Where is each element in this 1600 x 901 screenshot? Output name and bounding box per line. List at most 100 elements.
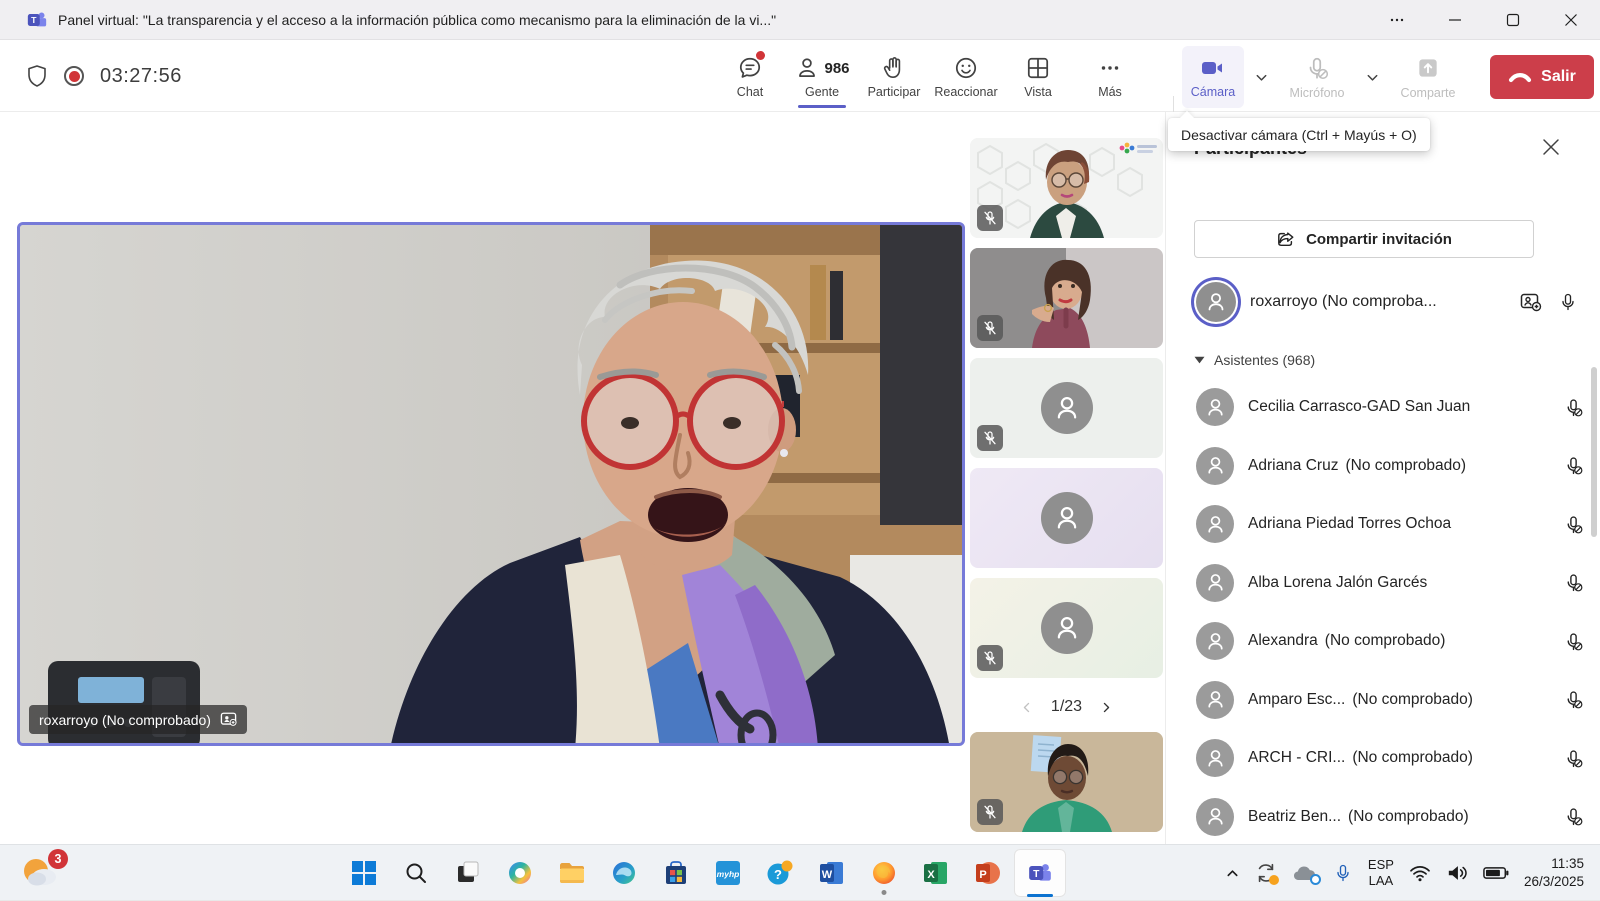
attendees-list: Cecilia Carrasco-GAD San Juan Adriana Cr…: [1188, 378, 1588, 844]
meeting-timer: 03:27:56: [100, 65, 182, 88]
more-button[interactable]: Más: [1074, 46, 1146, 108]
myhp-button[interactable]: myhp: [702, 849, 754, 897]
onedrive-icon[interactable]: [1292, 864, 1318, 882]
recording-indicator-icon: [64, 66, 84, 86]
attendees-section-header[interactable]: Asistentes (968): [1194, 352, 1315, 368]
chat-notification-dot: [756, 51, 765, 60]
attendee-row[interactable]: Adriana Piedad Torres Ochoa: [1188, 495, 1588, 554]
microsoft-store-button[interactable]: [650, 849, 702, 897]
share-invitation-button[interactable]: Compartir invitación: [1194, 220, 1534, 258]
sync-update-icon[interactable]: [1255, 862, 1277, 884]
attendee-row[interactable]: Amparo Esc... (No comprobado): [1188, 671, 1588, 730]
filmstrip-pagination: 1/23: [970, 690, 1163, 724]
mic-muted-icon: [1304, 55, 1330, 81]
attendee-mic-muted-icon: [1563, 572, 1584, 593]
search-button[interactable]: [390, 849, 442, 897]
window-title: Panel virtual: "La transparencia y el ac…: [58, 12, 776, 28]
attendee-avatar: [1196, 564, 1234, 602]
participant-video-1[interactable]: [970, 138, 1163, 238]
participants-close-icon[interactable]: [1542, 138, 1560, 156]
tray-chevron-icon[interactable]: [1225, 866, 1240, 881]
participant-video-6[interactable]: [970, 732, 1163, 832]
attendee-avatar: [1196, 388, 1234, 426]
svg-text:T: T: [1033, 869, 1040, 880]
participant-video-4[interactable]: [970, 468, 1163, 568]
main-speaker-video[interactable]: roxarroyo (No comprobado): [17, 222, 965, 746]
svg-text:P: P: [979, 869, 986, 881]
teams-logo-icon: T: [26, 9, 48, 31]
mic-muted-badge-icon: [977, 205, 1003, 231]
camera-chevron-icon[interactable]: [1254, 70, 1269, 85]
attendee-mic-muted-icon: [1563, 514, 1584, 535]
weather-notification-badge: 3: [48, 849, 68, 869]
volume-icon[interactable]: [1446, 863, 1468, 883]
participant-video-5[interactable]: [970, 578, 1163, 678]
chat-button[interactable]: Chat: [714, 46, 786, 108]
camera-button[interactable]: Cámara: [1182, 46, 1244, 108]
window-minimize-button[interactable]: [1426, 0, 1484, 40]
attendee-mic-muted-icon: [1563, 689, 1584, 710]
mic-button[interactable]: Micrófono: [1279, 46, 1355, 108]
attendee-row[interactable]: Beatriz Ben... (No comprobado): [1188, 788, 1588, 845]
clock[interactable]: 11:35 26/3/2025: [1524, 855, 1584, 891]
tray-mic-icon[interactable]: [1333, 863, 1353, 883]
teams-taskbar-button[interactable]: T: [1014, 849, 1066, 897]
tray-date: 26/3/2025: [1524, 873, 1584, 891]
self-mic-icon[interactable]: [1558, 292, 1578, 312]
copilot-button[interactable]: [494, 849, 546, 897]
camera-icon: [1199, 56, 1227, 80]
react-button[interactable]: Reaccionar: [930, 46, 1002, 108]
participant-video-2[interactable]: [970, 248, 1163, 348]
speaker-name-tag: roxarroyo (No comprobado): [29, 705, 247, 734]
raise-hand-icon: [881, 55, 907, 81]
start-button[interactable]: [338, 849, 390, 897]
self-avatar: [1196, 282, 1236, 322]
share-button[interactable]: Comparte: [1390, 46, 1466, 108]
grid-view-icon: [1025, 55, 1051, 81]
task-view-button[interactable]: [442, 849, 494, 897]
hp-support-button[interactable]: ?: [754, 849, 806, 897]
page-prev-icon[interactable]: [1020, 701, 1033, 714]
svg-text:T: T: [31, 15, 37, 25]
attendee-mic-muted-icon: [1563, 748, 1584, 769]
weather-widget[interactable]: 3: [20, 853, 66, 893]
battery-icon[interactable]: [1483, 866, 1509, 880]
attendee-row[interactable]: ARCH - CRI... (No comprobado): [1188, 729, 1588, 788]
excel-button[interactable]: X: [910, 849, 962, 897]
attendee-row[interactable]: Adriana Cruz (No comprobado): [1188, 437, 1588, 496]
window-close-button[interactable]: [1542, 0, 1600, 40]
participant-video-3[interactable]: [970, 358, 1163, 458]
mic-chevron-icon[interactable]: [1365, 70, 1380, 85]
language-indicator[interactable]: ESP LAA: [1368, 857, 1394, 890]
attendee-avatar: [1196, 447, 1234, 485]
attendee-row[interactable]: Alba Lorena Jalón Garcés: [1188, 554, 1588, 613]
participants-panel: Participantes Compartir invitación roxar…: [1165, 112, 1600, 844]
powerpoint-button[interactable]: P: [962, 849, 1014, 897]
spotlight-camera-icon[interactable]: [1520, 292, 1542, 312]
tray-time: 11:35: [1524, 855, 1584, 873]
mic-muted-badge-icon: [977, 425, 1003, 451]
window-more-button[interactable]: [1368, 0, 1426, 40]
file-explorer-button[interactable]: [546, 849, 598, 897]
self-participant-row[interactable]: roxarroyo (No comproba...: [1188, 276, 1580, 328]
avatar-placeholder-icon: [1041, 492, 1093, 544]
participants-scrollbar[interactable]: [1591, 367, 1597, 537]
firefox-button[interactable]: [858, 849, 910, 897]
attendee-row[interactable]: Alexandra (No comprobado): [1188, 612, 1588, 671]
smiley-icon: [953, 55, 979, 81]
window-maximize-button[interactable]: [1484, 0, 1542, 40]
attendee-avatar: [1196, 798, 1234, 836]
word-button[interactable]: W: [806, 849, 858, 897]
wifi-icon[interactable]: [1409, 864, 1431, 882]
attendee-avatar: [1196, 622, 1234, 660]
spotlight-icon: [220, 712, 237, 727]
people-button[interactable]: 986 Gente: [786, 46, 858, 108]
attendee-row[interactable]: Cecilia Carrasco-GAD San Juan: [1188, 378, 1588, 437]
view-button[interactable]: Vista: [1002, 46, 1074, 108]
meeting-stage: roxarroyo (No comprobado): [0, 112, 1600, 844]
speaker-video-art: [20, 225, 965, 746]
edge-button[interactable]: [598, 849, 650, 897]
raise-hand-button[interactable]: Participar: [858, 46, 930, 108]
page-next-icon[interactable]: [1100, 701, 1113, 714]
leave-button[interactable]: Salir: [1490, 55, 1594, 99]
